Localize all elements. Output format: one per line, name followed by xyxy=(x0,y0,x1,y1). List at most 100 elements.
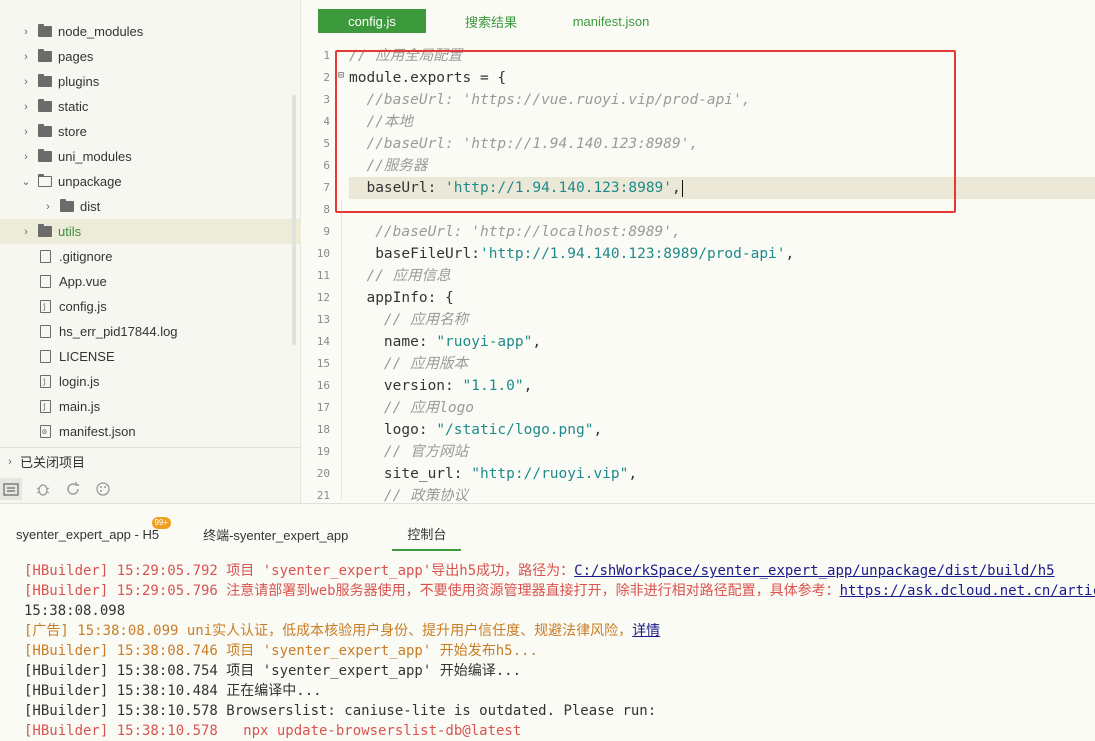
sidebar-item-label: dist xyxy=(80,199,101,214)
refresh-icon[interactable] xyxy=(64,480,82,498)
sidebar-item-unpackage[interactable]: ⌄ unpackage xyxy=(0,169,301,194)
sidebar-toolbar xyxy=(0,475,301,503)
code-area[interactable]: // 应用全局配置 module.exports = { //baseUrl: '… xyxy=(349,45,1095,507)
code-line[interactable]: // 应用logo xyxy=(349,397,1095,419)
chevron-right-icon[interactable]: › xyxy=(42,201,54,213)
code-line[interactable]: version: "1.1.0", xyxy=(349,375,1095,397)
line-number: 20 xyxy=(316,467,330,480)
closed-projects-label: 已关闭项目 xyxy=(20,455,86,470)
chevron-right-icon[interactable]: › xyxy=(20,26,32,38)
tab-config-js[interactable]: config.js xyxy=(318,9,426,33)
code-comment: //本地 xyxy=(366,114,413,130)
line-number: 6 xyxy=(323,159,330,172)
tab-h5-run[interactable]: syenter_expert_app - H5 99+ xyxy=(16,516,172,542)
code-line[interactable]: //baseUrl: 'http://1.94.140.123:8989', xyxy=(349,133,1095,155)
code-line[interactable]: // 官方网站 xyxy=(349,441,1095,463)
line-number: 18 xyxy=(316,423,330,436)
log-link[interactable]: https://ask.dcloud.net.cn/article/37432 xyxy=(840,583,1095,599)
sidebar-item-plugins[interactable]: › plugins xyxy=(0,69,301,94)
sidebar-item-node-modules[interactable]: › node_modules xyxy=(0,19,301,44)
debug-bug-icon[interactable] xyxy=(34,480,52,498)
sidebar-item-app-vue[interactable]: App.vue xyxy=(0,269,301,294)
chevron-right-icon[interactable]: › xyxy=(20,76,32,88)
code-punctuation: , xyxy=(532,334,542,350)
chevron-right-icon[interactable]: › xyxy=(20,51,32,63)
line-number: 4 xyxy=(323,115,330,128)
code-string: "1.1.0" xyxy=(462,378,524,394)
code-line[interactable]: logo: "/static/logo.png", xyxy=(349,419,1095,441)
code-line[interactable]: // 应用版本 xyxy=(349,353,1095,375)
code-line[interactable]: //服务器 xyxy=(349,155,1095,177)
sidebar-item-dist[interactable]: › dist xyxy=(0,194,301,219)
line-number: 2 xyxy=(323,71,330,84)
code-punctuation: , xyxy=(523,378,533,394)
line-number: 17 xyxy=(316,401,330,414)
tab-console[interactable]: 控制台 xyxy=(392,524,462,551)
code-punctuation: , xyxy=(593,422,603,438)
tab-manifest-json[interactable]: manifest.json xyxy=(556,9,666,33)
code-line[interactable]: // 应用名称 xyxy=(349,309,1095,331)
sidebar-item-license[interactable]: LICENSE xyxy=(0,344,301,369)
sidebar-item-manifest-json[interactable]: ⚙ manifest.json xyxy=(0,419,301,444)
log-line: [HBuilder] 15:38:10.578 Browserslist: ca… xyxy=(24,701,1095,721)
code-line[interactable]: baseUrl: 'http://1.94.140.123:8989', xyxy=(349,177,1095,199)
tab-search-results[interactable]: 搜索结果 xyxy=(426,9,556,33)
sidebar-item-utils[interactable]: › utils xyxy=(0,219,301,244)
code-editor: config.js 搜索结果 manifest.json 1 2 3 4 5 6 7 8 9 10 11… xyxy=(302,0,1095,504)
fold-toggle-icon[interactable]: ⊟ xyxy=(338,70,344,81)
code-line[interactable]: //本地 xyxy=(349,111,1095,133)
code-line[interactable]: //baseUrl: 'http://localhost:8989', xyxy=(349,221,1095,243)
sidebar-item-label: store xyxy=(58,124,87,139)
chevron-right-icon[interactable]: › xyxy=(20,226,32,238)
chevron-down-icon[interactable]: ⌄ xyxy=(20,176,32,188)
folder-icon xyxy=(38,124,52,137)
chevron-right-icon[interactable]: › xyxy=(20,151,32,163)
code-line[interactable]: site_url: "http://ruoyi.vip", xyxy=(349,463,1095,485)
chevron-right-icon[interactable]: › xyxy=(20,126,32,138)
sidebar-item-pages[interactable]: › pages xyxy=(0,44,301,69)
project-manager-icon[interactable] xyxy=(0,478,22,500)
sidebar-item--gitignore[interactable]: .gitignore xyxy=(0,244,301,269)
sidebar-item-main-js[interactable]: j main.js xyxy=(0,394,301,419)
sidebar-scrollbar[interactable] xyxy=(292,95,296,345)
chevron-right-icon[interactable]: › xyxy=(20,101,32,113)
tab-terminal[interactable]: 终端-syenter_expert_app xyxy=(203,525,348,544)
code-string: 'http://1.94.140.123:8989' xyxy=(445,180,673,196)
code-line[interactable]: // 应用全局配置 xyxy=(349,45,1095,67)
sidebar-item-hs-err-pid17844-log[interactable]: hs_err_pid17844.log xyxy=(0,319,301,344)
code-comment: // 政策协议 xyxy=(383,488,469,504)
sidebar-item-label: .gitignore xyxy=(59,249,113,264)
code-string: "http://ruoyi.vip" xyxy=(471,466,629,482)
folder-open-icon xyxy=(37,174,52,187)
sidebar-item-login-js[interactable]: j login.js xyxy=(0,369,301,394)
code-line[interactable] xyxy=(349,199,1095,221)
line-number: 7 xyxy=(323,181,330,194)
text-cursor xyxy=(681,179,684,197)
code-line[interactable]: baseFileUrl:'http://1.94.140.123:8989/pr… xyxy=(349,243,1095,265)
sidebar-item-uni-modules[interactable]: › uni_modules xyxy=(0,144,301,169)
code-line[interactable]: name: "ruoyi-app", xyxy=(349,331,1095,353)
closed-projects-section[interactable]: › 已关闭项目 xyxy=(0,447,301,475)
palette-icon[interactable] xyxy=(94,480,112,498)
log-text: [HBuilder] 15:29:05.796 注意请部署到web服务器使用，不… xyxy=(24,583,840,599)
folder-icon xyxy=(38,149,52,162)
sidebar-item-store[interactable]: › store xyxy=(0,119,301,144)
log-link[interactable]: C:/shWorkSpace/syenter_expert_app/unpack… xyxy=(574,563,1054,579)
code-line[interactable]: module.exports = { xyxy=(349,67,1095,89)
sidebar-item-label: node_modules xyxy=(58,24,144,39)
sidebar-item-label: static xyxy=(58,99,89,114)
file-type-mark: ⚙ xyxy=(42,427,47,436)
sidebar-item-static[interactable]: › static xyxy=(0,94,301,119)
log-link[interactable]: 详情 xyxy=(632,623,660,639)
code-line[interactable]: //baseUrl: 'https://vue.ruoyi.vip/prod-a… xyxy=(349,89,1095,111)
code-line[interactable]: // 应用信息 xyxy=(349,265,1095,287)
sidebar-item-config-js[interactable]: j config.js xyxy=(0,294,301,319)
code-line[interactable]: appInfo: { xyxy=(349,287,1095,309)
